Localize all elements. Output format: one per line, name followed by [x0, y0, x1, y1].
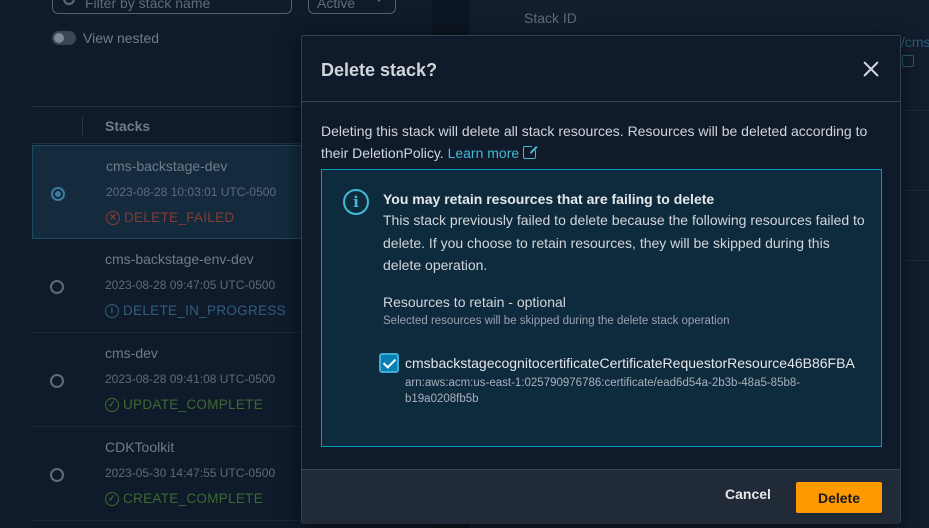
delete-button[interactable]: Delete — [796, 482, 882, 513]
stack-id-link[interactable]: /cms — [901, 34, 929, 50]
stack-status-text: UPDATE_COMPLETE — [123, 397, 264, 412]
alert-title: You may retain resources that are failin… — [383, 191, 715, 207]
resource-arn: arn:aws:acm:us-east-1:025790976786:certi… — [405, 377, 801, 405]
modal-title: Delete stack? — [321, 60, 438, 80]
stack-name: cms-backstage-dev — [106, 158, 228, 174]
stack-status: ✓ UPDATE_COMPLETE — [105, 397, 263, 412]
stack-id-label: Stack ID — [524, 10, 577, 26]
stacks-column-header: Stacks — [105, 118, 151, 134]
resources-to-retain-label: Resources to retain - optional — [383, 294, 566, 310]
filter-placeholder: Filter by stack name — [85, 0, 211, 11]
retain-resources-alert: i You may retain resources that are fail… — [321, 169, 882, 447]
learn-more-link[interactable]: Learn more — [447, 143, 540, 161]
view-nested-toggle[interactable] — [52, 31, 76, 45]
stack-name: cms-backstage-env-dev — [105, 251, 254, 267]
alert-text: This stack previously failed to delete b… — [383, 212, 865, 273]
stack-status-text: DELETE_FAILED — [124, 210, 235, 225]
stack-name: CDKToolkit — [105, 439, 175, 455]
filter-stack-input[interactable]: Filter by stack name — [52, 0, 292, 14]
stack-timestamp: 2023-08-28 10:03:01 UTC-0500 — [106, 185, 277, 199]
delete-stack-modal: Delete stack? Deleting this stack will d… — [301, 35, 901, 524]
stack-status: ✕ DELETE_FAILED — [106, 210, 234, 225]
stack-radio[interactable] — [50, 374, 64, 388]
stack-timestamp: 2023-05-30 14:47:55 UTC-0500 — [105, 466, 276, 480]
stack-status: i DELETE_IN_PROGRESS — [105, 303, 286, 318]
stack-status-text: DELETE_IN_PROGRESS — [123, 303, 286, 318]
resources-to-retain-description: Selected resources will be skipped durin… — [383, 315, 730, 327]
view-nested-label: View nested — [83, 30, 160, 46]
success-icon: ✓ — [105, 397, 119, 412]
stack-timestamp: 2023-08-28 09:47:05 UTC-0500 — [105, 278, 276, 292]
divider — [901, 110, 929, 111]
learn-more-label: Learn more — [447, 145, 520, 161]
error-icon: ✕ — [106, 210, 120, 225]
stack-timestamp: 2023-08-28 09:41:08 UTC-0500 — [105, 372, 276, 386]
status-filter-select[interactable]: Active — [308, 0, 396, 14]
stack-radio[interactable] — [50, 468, 64, 482]
modal-header: Delete stack? — [302, 36, 900, 102]
info-icon: i — [343, 189, 369, 215]
search-icon — [63, 0, 75, 5]
external-link-icon — [902, 55, 914, 67]
stack-radio[interactable] — [50, 280, 64, 294]
description-text: Deleting this stack will delete all stac… — [321, 123, 868, 161]
column-divider — [82, 117, 83, 135]
divider — [901, 260, 929, 261]
external-link-icon — [523, 143, 540, 159]
retain-resource-checkbox[interactable] — [379, 353, 399, 373]
divider — [901, 190, 929, 191]
stack-name: cms-dev — [105, 345, 158, 361]
modal-description: Deleting this stack will delete all stac… — [321, 120, 886, 164]
success-icon: ✓ — [105, 491, 119, 506]
cancel-button[interactable]: Cancel — [725, 486, 771, 502]
caret-down-icon — [375, 0, 383, 2]
stack-radio[interactable] — [51, 187, 65, 201]
info-icon: i — [105, 303, 119, 318]
resource-name: cmsbackstagecognitocertificateCertificat… — [405, 355, 855, 371]
stack-status: ✓ CREATE_COMPLETE — [105, 491, 263, 506]
stack-status-text: CREATE_COMPLETE — [123, 491, 264, 506]
status-filter-value: Active — [317, 0, 356, 11]
modal-footer: Cancel Delete — [302, 469, 900, 524]
close-icon[interactable] — [862, 60, 880, 78]
